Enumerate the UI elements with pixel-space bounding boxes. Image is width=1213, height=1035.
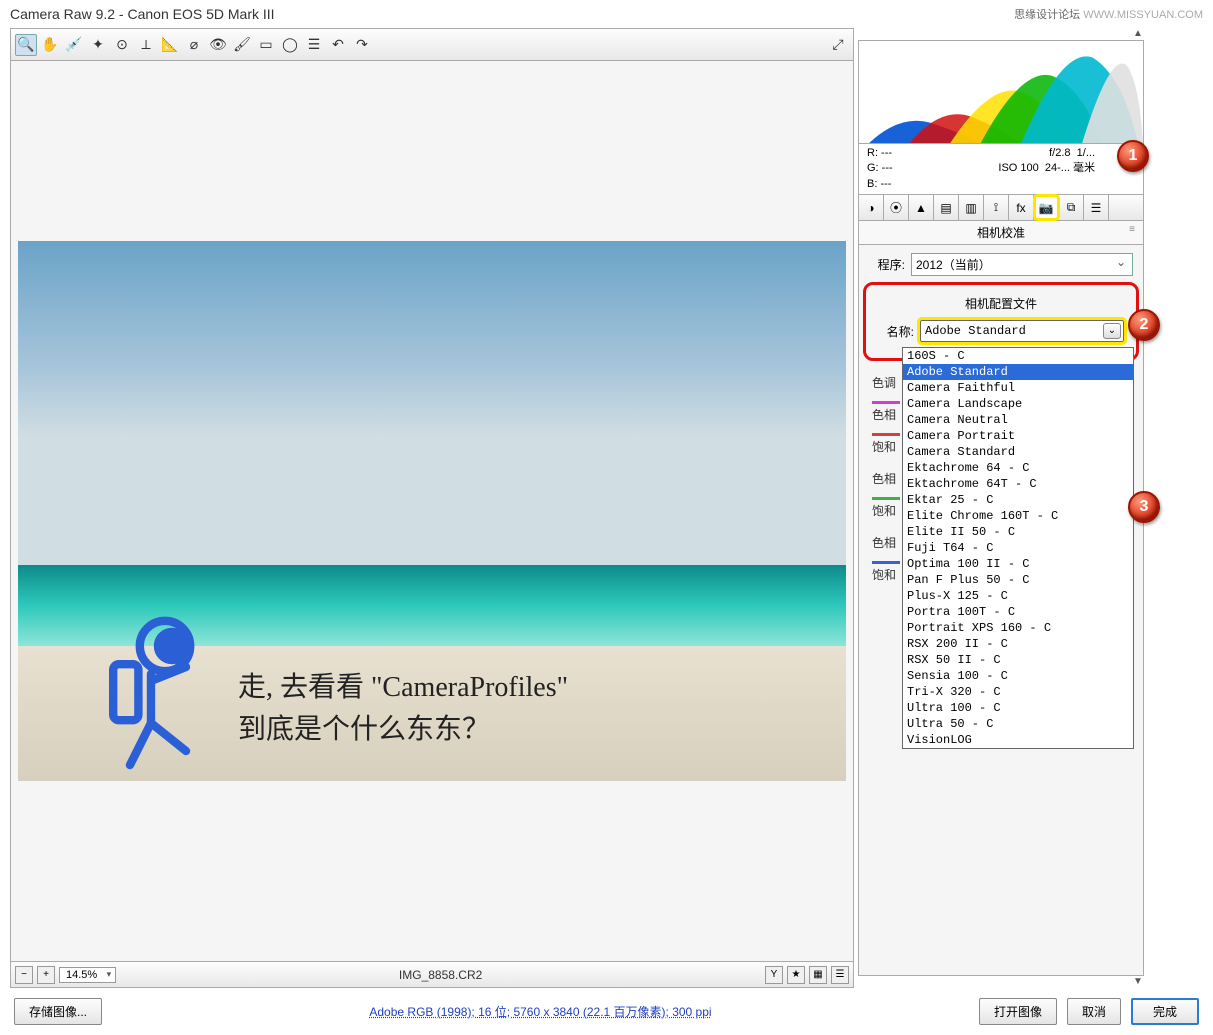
color-sampler-icon[interactable]: ✦ [87, 34, 109, 56]
profile-name-select[interactable]: Adobe Standard ⌄ [920, 320, 1124, 342]
zoom-select[interactable]: 14.5% [59, 967, 116, 983]
profile-option[interactable]: Camera Faithful [903, 380, 1133, 396]
hand-tool-icon[interactable]: ✋ [39, 34, 61, 56]
zoom-out-button[interactable]: − [15, 966, 33, 984]
panel-body: 程序: 2012（当前） 2 3 相机配置文件 名称: Adobe Standa… [858, 245, 1144, 976]
spot-removal-icon[interactable]: ⌀ [183, 34, 205, 56]
profile-option[interactable]: Fuji T64 - C [903, 540, 1133, 556]
readout-g: G: --- [867, 161, 981, 176]
rotate-left-icon[interactable]: ↶ [327, 34, 349, 56]
profile-option[interactable]: 160S - C [903, 348, 1133, 364]
profile-option[interactable]: Plus-X 125 - C [903, 588, 1133, 604]
adjustment-tabs: ◑ ⦿ ▲ ▤ ▥ ⟟ fx 📷 ⧉ ☰ [858, 195, 1144, 221]
open-image-button[interactable]: 打开图像 [979, 998, 1057, 1025]
redeye-icon[interactable]: 👁 [207, 34, 229, 56]
panel-title: 相机校准 [858, 221, 1144, 245]
footer-info-link[interactable]: Adobe RGB (1998); 16 位; 5760 x 3840 (22.… [112, 1003, 969, 1020]
readout-b: B: --- [867, 177, 981, 192]
profile-option[interactable]: Adobe Standard [903, 364, 1133, 380]
profile-option[interactable]: Ultra 50 - C [903, 716, 1133, 732]
tab-fx-icon[interactable]: fx [1009, 195, 1034, 220]
readout-r: R: --- [867, 146, 981, 161]
save-image-button[interactable]: 存储图像... [14, 998, 102, 1025]
profile-frame: 2 3 相机配置文件 名称: Adobe Standard ⌄ 色调 色相 饱和… [863, 282, 1139, 361]
profile-option[interactable]: Ektar 25 - C [903, 492, 1133, 508]
radial-filter-icon[interactable]: ◯ [279, 34, 301, 56]
rating-icon[interactable]: ★ [787, 966, 805, 984]
zoom-tool-icon[interactable]: 🔍 [15, 34, 37, 56]
profile-option[interactable]: Pan F Plus 50 - C [903, 572, 1133, 588]
callout-1: 1 [1117, 140, 1149, 172]
profile-option[interactable]: Camera Portrait [903, 428, 1133, 444]
tab-curve-icon[interactable]: ⦿ [884, 195, 909, 220]
overlay-text: 走, 去看看 "CameraProfiles" 到底是个什么东东？ [238, 667, 568, 751]
targeted-adjust-icon[interactable]: ⊙ [111, 34, 133, 56]
white-balance-icon[interactable]: 💉 [63, 34, 85, 56]
scroll-up-icon[interactable]: ▲ [1132, 28, 1144, 40]
bottom-bar: − + 14.5% IMG_8858.CR2 Y ★ ▦ ☰ [11, 961, 853, 987]
right-panel: ▲ R: --- G: --- B: --- f/2.8 1/... ISO 1… [854, 28, 1144, 988]
profile-option[interactable]: Camera Landscape [903, 396, 1133, 412]
tab-basic-icon[interactable]: ◑ [859, 195, 884, 220]
profile-option[interactable]: Ektachrome 64 - C [903, 460, 1133, 476]
tab-split-icon[interactable]: ▥ [959, 195, 984, 220]
chevron-down-icon[interactable]: ⌄ [1103, 323, 1121, 339]
preview-area[interactable]: 走, 去看看 "CameraProfiles" 到底是个什么东东？ [11, 61, 853, 961]
tab-camera-calibration-icon[interactable]: 📷 [1034, 195, 1059, 220]
adjustment-brush-icon[interactable]: 🖌 [231, 34, 253, 56]
tab-detail-icon[interactable]: ▲ [909, 195, 934, 220]
filter-icon[interactable]: Y [765, 966, 783, 984]
list-view-icon[interactable]: ☰ [831, 966, 849, 984]
profile-option[interactable]: Elite II 50 - C [903, 524, 1133, 540]
window-title: Camera Raw 9.2 - Canon EOS 5D Mark III [10, 6, 275, 22]
tab-lens-icon[interactable]: ⟟ [984, 195, 1009, 220]
scroll-down-icon[interactable]: ▼ [1132, 976, 1144, 988]
slider-labels-bg: 色调 色相 饱和 色相 饱和 色相 饱和 [872, 367, 900, 591]
straighten-icon[interactable]: 📐 [159, 34, 181, 56]
cancel-button[interactable]: 取消 [1067, 998, 1121, 1025]
astronaut-icon [88, 611, 228, 771]
tab-snapshots-icon[interactable]: ☰ [1084, 195, 1109, 220]
profile-dropdown[interactable]: 160S - CAdobe StandardCamera FaithfulCam… [902, 347, 1134, 749]
filename-label: IMG_8858.CR2 [120, 968, 761, 982]
profile-option[interactable]: Camera Neutral [903, 412, 1133, 428]
tab-hsl-icon[interactable]: ▤ [934, 195, 959, 220]
preview-panel: 🔍 ✋ 💉 ✦ ⊙ ⟂ 📐 ⌀ 👁 🖌 ▭ ◯ ☰ ↶ ↷ ⤢ [10, 28, 854, 988]
zoom-in-button[interactable]: + [37, 966, 55, 984]
histogram[interactable] [858, 40, 1144, 144]
profile-option[interactable]: Portra 100T - C [903, 604, 1133, 620]
profile-option[interactable]: VisionLOG [903, 732, 1133, 748]
process-select[interactable]: 2012（当前） [911, 253, 1133, 276]
watermark: 思缘设计论坛 WWW.MISSYUAN.COM [1014, 6, 1203, 22]
done-button[interactable]: 完成 [1131, 998, 1199, 1025]
profile-option[interactable]: Ultra 100 - C [903, 700, 1133, 716]
profile-option[interactable]: Portrait XPS 160 - C [903, 620, 1133, 636]
callout-3: 3 [1128, 491, 1160, 523]
graduated-filter-icon[interactable]: ▭ [255, 34, 277, 56]
crop-tool-icon[interactable]: ⟂ [135, 34, 157, 56]
profile-option[interactable]: Camera Standard [903, 444, 1133, 460]
info-readout: R: --- G: --- B: --- f/2.8 1/... ISO 100… [858, 144, 1144, 195]
callout-2: 2 [1128, 309, 1160, 341]
profile-section-title: 相机配置文件 [872, 295, 1130, 312]
footer: 存储图像... Adobe RGB (1998); 16 位; 5760 x 3… [0, 988, 1213, 1035]
profile-option[interactable]: Elite Chrome 160T - C [903, 508, 1133, 524]
title-bar: Camera Raw 9.2 - Canon EOS 5D Mark III 思… [0, 0, 1213, 28]
grid-view-icon[interactable]: ▦ [809, 966, 827, 984]
profile-option[interactable]: RSX 50 II - C [903, 652, 1133, 668]
preview-image: 走, 去看看 "CameraProfiles" 到底是个什么东东？ [18, 241, 846, 781]
profile-option[interactable]: Optima 100 II - C [903, 556, 1133, 572]
profile-option[interactable]: Ektachrome 64T - C [903, 476, 1133, 492]
tab-presets-icon[interactable]: ⧉ [1059, 195, 1084, 220]
fullscreen-icon[interactable]: ⤢ [827, 34, 849, 56]
profile-option[interactable]: Tri-X 320 - C [903, 684, 1133, 700]
rotate-right-icon[interactable]: ↷ [351, 34, 373, 56]
name-label: 名称: [878, 323, 914, 340]
profile-option[interactable]: RSX 200 II - C [903, 636, 1133, 652]
process-label: 程序: [869, 256, 905, 273]
profile-option[interactable]: Sensia 100 - C [903, 668, 1133, 684]
preferences-icon[interactable]: ☰ [303, 34, 325, 56]
top-toolbar: 🔍 ✋ 💉 ✦ ⊙ ⟂ 📐 ⌀ 👁 🖌 ▭ ◯ ☰ ↶ ↷ ⤢ [11, 29, 853, 61]
